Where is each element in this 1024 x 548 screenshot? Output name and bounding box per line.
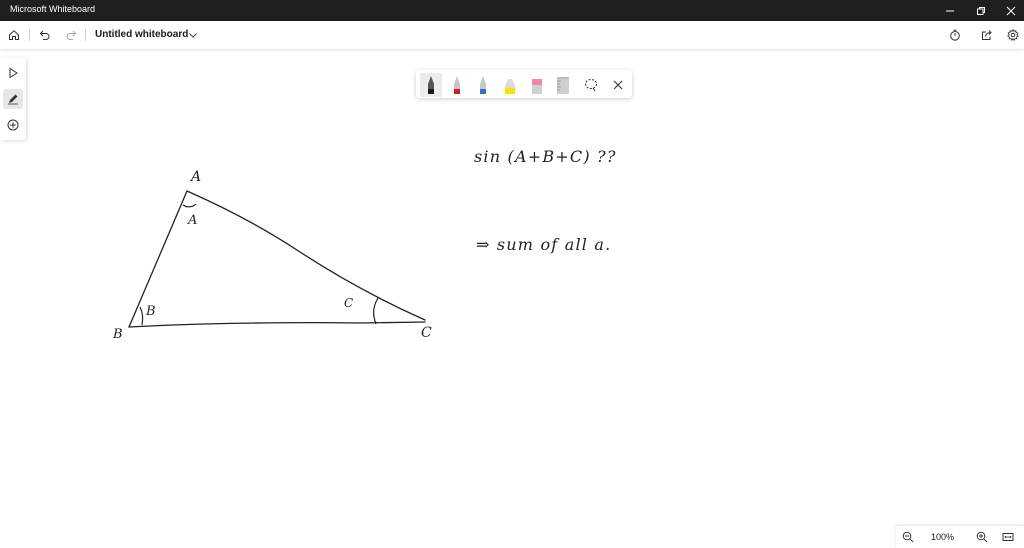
eraser-icon: [532, 79, 542, 94]
triangle-side-ab: [128, 190, 188, 328]
pen-color-band: [428, 89, 434, 94]
zoom-out-button[interactable]: [900, 529, 916, 545]
note-line-1: sin (A+B+C) ??: [474, 147, 617, 166]
angle-b-arc: [139, 306, 144, 326]
angle-a-arc: [182, 203, 197, 208]
ruler-button[interactable]: [552, 73, 574, 97]
chevron-down-icon[interactable]: [188, 30, 198, 40]
red-marker-icon: [454, 76, 460, 94]
fit-screen-icon: [1002, 533, 1014, 541]
home-button[interactable]: [5, 26, 23, 44]
note-line-2: ⇒ sum of all a.: [476, 235, 611, 254]
window-title: Microsoft Whiteboard: [10, 4, 96, 14]
triangle-side-ac: [186, 190, 426, 321]
minimize-icon: [946, 10, 954, 11]
pen-color-band: [532, 79, 542, 85]
angle-b-label: B: [145, 304, 156, 319]
undo-icon: [39, 30, 50, 40]
select-tool[interactable]: [3, 63, 23, 83]
undo-button[interactable]: [36, 26, 54, 44]
settings-button[interactable]: [1004, 26, 1022, 44]
angle-c-arc: [373, 297, 379, 325]
minimize-button[interactable]: [935, 0, 965, 21]
vertex-a-label: A: [189, 169, 201, 185]
pointer-icon: [9, 67, 18, 79]
add-icon: [7, 119, 19, 131]
fit-to-screen-button[interactable]: [1000, 529, 1016, 545]
vertex-b-label: B: [112, 327, 123, 342]
zoom-in-button[interactable]: [974, 529, 990, 545]
black-pen-button[interactable]: [420, 73, 442, 97]
highlighter-button[interactable]: [499, 73, 521, 97]
blue-marker-icon: [480, 76, 486, 94]
document-title[interactable]: Untitled whiteboard: [95, 29, 188, 40]
add-content-tool[interactable]: [3, 115, 23, 135]
pen-color-band: [557, 77, 569, 79]
zoom-in-icon: [976, 531, 988, 543]
close-tray-button[interactable]: [607, 73, 629, 97]
vertex-c-label: C: [421, 325, 432, 341]
zoom-out-icon: [902, 531, 914, 543]
angle-c-label: C: [344, 296, 353, 310]
title-bar: Microsoft Whiteboard: [0, 0, 1024, 21]
gear-icon: [1007, 29, 1019, 41]
restore-button[interactable]: [966, 0, 996, 21]
whiteboard-canvas[interactable]: A A B B C C sin (A+B+C) ?? ⇒ sum of all …: [0, 49, 1024, 548]
pen-icon: [8, 94, 18, 105]
timer-icon: [950, 29, 960, 41]
red-pen-button[interactable]: [446, 73, 468, 97]
share-button[interactable]: [978, 26, 996, 44]
highlighter-icon: [505, 79, 515, 94]
close-icon: [1006, 6, 1016, 15]
pen-tray: [416, 70, 632, 98]
header-divider: [85, 29, 86, 41]
black-marker-icon: [428, 76, 434, 94]
inking-tool[interactable]: [3, 89, 23, 109]
redo-button[interactable]: [62, 26, 80, 44]
lasso-select-button[interactable]: [580, 73, 602, 97]
pen-color-band: [480, 89, 486, 94]
eraser-button[interactable]: [526, 73, 548, 97]
zoom-level: 100%: [931, 532, 955, 542]
angle-a-label: A: [187, 213, 197, 228]
blue-pen-button[interactable]: [472, 73, 494, 97]
lasso-icon: [585, 79, 597, 92]
triangle-side-bc: [128, 321, 426, 328]
tool-rail: [0, 58, 26, 140]
redo-icon: [66, 30, 77, 40]
restore-icon: [977, 6, 985, 15]
header-divider: [29, 29, 30, 41]
home-icon: [9, 30, 19, 40]
close-window-button[interactable]: [996, 0, 1024, 21]
ruler-icon: [557, 77, 569, 94]
app-header: Untitled whiteboard: [0, 21, 1024, 49]
share-icon: [982, 30, 992, 40]
pen-color-band: [454, 89, 460, 94]
pen-color-band: [505, 88, 515, 94]
zoom-bar: 100%: [896, 526, 1024, 548]
close-icon: [613, 80, 623, 90]
timer-button[interactable]: [946, 26, 964, 44]
